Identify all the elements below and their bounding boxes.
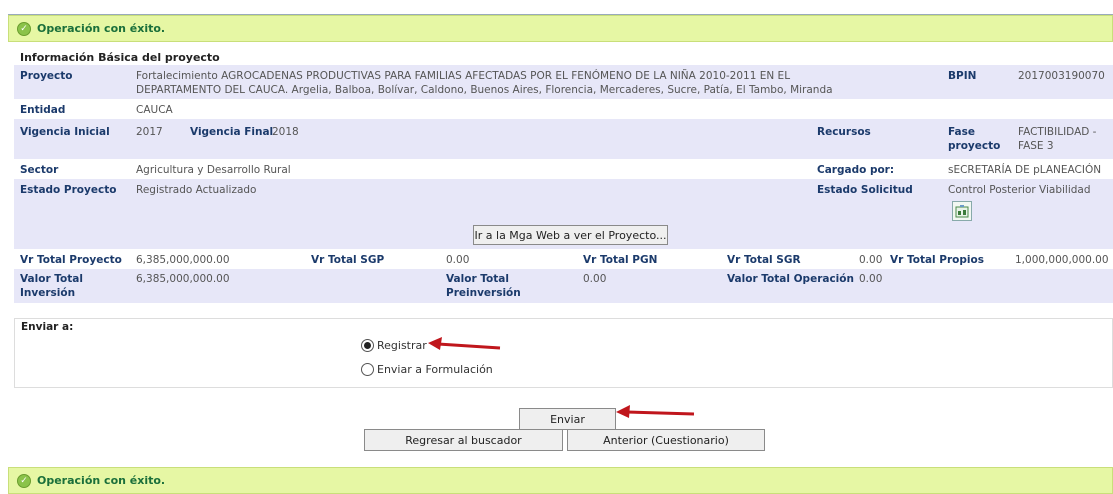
radio-registrar[interactable]: Registrar bbox=[361, 339, 427, 352]
valor-total-preinversion-value: 0.00 bbox=[583, 273, 607, 285]
recursos-label: Recursos bbox=[817, 126, 871, 138]
radio-registrar-label: Registrar bbox=[377, 339, 427, 352]
valor-total-preinversion-label-2: Preinversión bbox=[446, 287, 521, 299]
vigencia-inicial-label: Vigencia Inicial bbox=[20, 126, 110, 138]
cargado-value: sECRETARÍA DE pLANEACIÓN bbox=[948, 164, 1102, 176]
vr-total-proyecto-label: Vr Total Proyecto bbox=[20, 254, 122, 266]
valor-total-inversion-label-1: Valor Total bbox=[20, 273, 83, 285]
success-banner-bottom: ✓ Operación con éxito. bbox=[8, 467, 1113, 494]
spreadsheet-icon[interactable] bbox=[952, 201, 972, 221]
send-to-title: Enviar a: bbox=[21, 321, 74, 333]
radio-formulacion-label: Enviar a Formulación bbox=[377, 363, 493, 376]
fase-label-2: proyecto bbox=[948, 140, 1001, 152]
fase-label-1: Fase bbox=[948, 126, 976, 138]
regresar-buscador-button[interactable]: Regresar al buscador bbox=[364, 429, 563, 451]
send-to-box: Enviar a: Registrar Enviar a Formulación bbox=[14, 318, 1113, 388]
vr-total-sgp-value: 0.00 bbox=[446, 254, 470, 266]
totals-row-1: Vr Total Proyecto 6,385,000,000.00 Vr To… bbox=[14, 249, 1113, 269]
estado-proyecto-label: Estado Proyecto bbox=[20, 184, 117, 196]
estado-proyecto-value: Registrado Actualizado bbox=[136, 184, 257, 196]
radio-formulacion[interactable]: Enviar a Formulación bbox=[361, 363, 493, 376]
enviar-button[interactable]: Enviar bbox=[519, 408, 616, 430]
arrow-to-enviar-icon bbox=[616, 405, 695, 418]
vr-total-propios-label: Vr Total Propios bbox=[890, 254, 984, 266]
valor-total-operacion-label: Valor Total Operación bbox=[727, 273, 854, 285]
sector-label: Sector bbox=[20, 164, 59, 176]
vigencia-final-label: Vigencia Final bbox=[190, 126, 274, 138]
valor-total-inversion-value: 6,385,000,000.00 bbox=[136, 273, 230, 285]
success-banner-top: ✓ Operación con éxito. bbox=[8, 15, 1113, 42]
valor-total-operacion-value: 0.00 bbox=[859, 273, 883, 285]
estado-solicitud-value: Control Posterior Viabilidad bbox=[948, 184, 1091, 196]
project-row: Proyecto Fortalecimiento AGROCADENAS PRO… bbox=[14, 65, 1113, 99]
check-icon: ✓ bbox=[17, 21, 31, 36]
fase-value-1: FACTIBILIDAD - bbox=[1018, 126, 1097, 138]
radio-registrar-control[interactable] bbox=[361, 339, 374, 352]
vr-total-sgr-value: 0.00 bbox=[859, 254, 883, 266]
project-name-line2: DEPARTAMENTO DEL CAUCA. Argelia, Balboa,… bbox=[136, 84, 833, 96]
vr-total-sgr-label: Vr Total SGR bbox=[727, 254, 801, 266]
project-label: Proyecto bbox=[20, 70, 73, 82]
vigencia-row: Vigencia Inicial 2017 Vigencia Final 201… bbox=[14, 119, 1113, 159]
entidad-label: Entidad bbox=[20, 104, 66, 116]
sector-row: Sector Agricultura y Desarrollo Rural Ca… bbox=[14, 159, 1113, 179]
project-name-line1: Fortalecimiento AGROCADENAS PRODUCTIVAS … bbox=[136, 70, 791, 82]
estado-solicitud-label: Estado Solicitud bbox=[817, 184, 913, 196]
vr-total-proyecto-value: 6,385,000,000.00 bbox=[136, 254, 230, 266]
radio-formulacion-control[interactable] bbox=[361, 363, 374, 376]
vigencia-inicial-value: 2017 bbox=[136, 126, 163, 138]
success-message: Operación con éxito. bbox=[37, 22, 166, 35]
entidad-row: Entidad CAUCA bbox=[14, 99, 1113, 119]
success-message: Operación con éxito. bbox=[37, 474, 166, 487]
vr-total-sgp-label: Vr Total SGP bbox=[311, 254, 385, 266]
bpin-value: 2017003190070 bbox=[1018, 70, 1105, 82]
arrow-to-registrar-icon bbox=[428, 337, 501, 350]
mga-web-button[interactable]: Ir a la Mga Web a ver el Proyecto... bbox=[473, 225, 668, 245]
vigencia-final-value: 2018 bbox=[272, 126, 299, 138]
section-title: Información Básica del proyecto bbox=[20, 51, 220, 64]
cargado-label: Cargado por: bbox=[817, 164, 895, 176]
vr-total-propios-value: 1,000,000,000.00 bbox=[1015, 254, 1109, 266]
fase-value-2: FASE 3 bbox=[1018, 140, 1054, 152]
entidad-value: CAUCA bbox=[136, 104, 173, 116]
valor-total-inversion-label-2: Inversión bbox=[20, 287, 76, 299]
vr-total-pgn-label: Vr Total PGN bbox=[583, 254, 658, 266]
totals-row-2: Valor Total Inversión 6,385,000,000.00 V… bbox=[14, 269, 1113, 303]
sector-value: Agricultura y Desarrollo Rural bbox=[136, 164, 291, 176]
valor-total-preinversion-label-1: Valor Total bbox=[446, 273, 509, 285]
check-icon: ✓ bbox=[17, 473, 31, 488]
anterior-cuestionario-button[interactable]: Anterior (Cuestionario) bbox=[567, 429, 765, 451]
bpin-label: BPIN bbox=[948, 70, 977, 82]
